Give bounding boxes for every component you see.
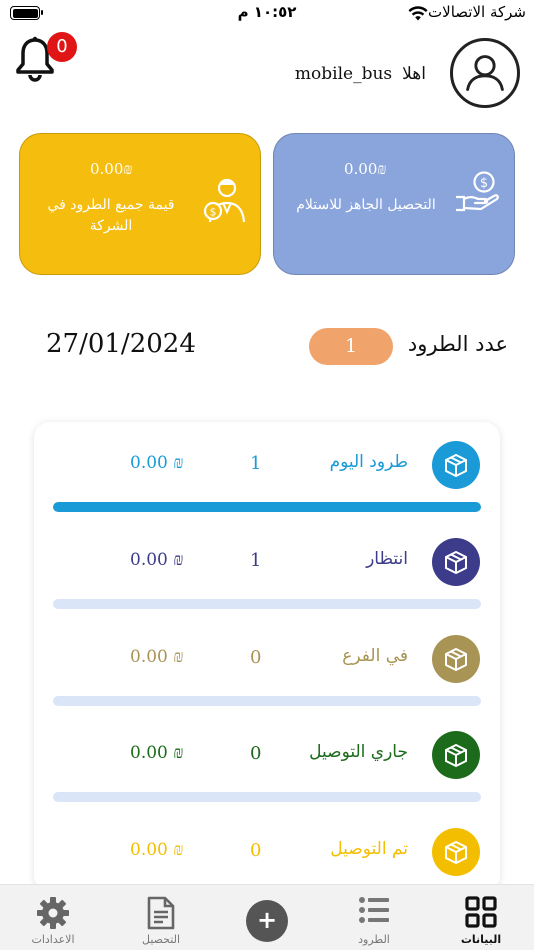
parcels-value-amount: 0.00₪ bbox=[90, 160, 133, 178]
package-icon bbox=[432, 538, 480, 586]
status-progress-bar bbox=[53, 792, 481, 802]
nav-collection[interactable]: التحصيل bbox=[130, 885, 192, 950]
status-amount: 0.00 ₪ bbox=[130, 743, 184, 763]
username: mobile_bus bbox=[294, 64, 393, 84]
collection-ready-card[interactable]: 0.00₪ التحصيل الجاهز للاستلام $ bbox=[273, 133, 515, 275]
status-row-today[interactable]: طرود اليوم 1 0.00 ₪ bbox=[34, 422, 500, 518]
user-avatar-icon[interactable] bbox=[450, 38, 520, 108]
carrier-name: شركة الاتصالات bbox=[428, 3, 526, 21]
status-count: 1 bbox=[250, 550, 262, 571]
wifi-icon bbox=[408, 6, 428, 21]
status-bar: ١٠:٥٢ م شركة الاتصالات bbox=[0, 0, 534, 28]
nav-data[interactable]: البيانات bbox=[450, 885, 512, 950]
nav-settings[interactable]: الاعدادات bbox=[22, 885, 84, 950]
nav-settings-label: الاعدادات bbox=[31, 933, 75, 946]
status-name: تم التوصيل bbox=[330, 839, 408, 859]
nav-parcels[interactable]: الطرود bbox=[343, 885, 405, 950]
status-name: انتظار bbox=[366, 549, 408, 569]
parcel-count-label: عدد الطرود bbox=[407, 332, 508, 356]
status-list-panel: طرود اليوم 1 0.00 ₪ انتظار 1 0.00 ₪ في ا… bbox=[34, 422, 500, 892]
gear-icon bbox=[37, 897, 69, 929]
nav-add-button[interactable]: + bbox=[246, 885, 290, 950]
status-row-out-for-delivery[interactable]: جاري التوصيل 0 0.00 ₪ bbox=[34, 712, 500, 808]
status-name: في الفرع bbox=[342, 646, 408, 666]
status-count: 0 bbox=[250, 840, 262, 861]
svg-text:$: $ bbox=[210, 206, 217, 219]
parcels-value-card[interactable]: 0.00₪ قيمة جميع الطرود في الشركة $ bbox=[19, 133, 261, 275]
nav-collection-label: التحصيل bbox=[141, 933, 181, 946]
status-row-waiting[interactable]: انتظار 1 0.00 ₪ bbox=[34, 519, 500, 615]
parcels-value-label: قيمة جميع الطرود في الشركة bbox=[47, 197, 175, 234]
money-hand-icon: $ bbox=[456, 171, 499, 212]
greeting-word: اهلا bbox=[402, 64, 426, 84]
status-count: 0 bbox=[250, 743, 262, 764]
status-progress-bar bbox=[53, 599, 481, 609]
grid-icon bbox=[465, 896, 497, 928]
status-progress-bar bbox=[53, 696, 481, 706]
status-name: طرود اليوم bbox=[329, 452, 408, 472]
status-count: 1 bbox=[250, 453, 262, 474]
status-progress-fill bbox=[53, 502, 481, 512]
greeting: اهلا mobile_bus bbox=[295, 64, 426, 84]
package-icon bbox=[432, 441, 480, 489]
nav-data-label: البيانات bbox=[460, 933, 502, 946]
status-row-at-branch[interactable]: في الفرع 0 0.00 ₪ bbox=[34, 616, 500, 712]
collection-ready-amount: 0.00₪ bbox=[344, 160, 387, 178]
notification-badge: 0 bbox=[47, 32, 77, 62]
parcel-count-pill: 1 bbox=[309, 328, 393, 365]
status-amount: 0.00 ₪ bbox=[130, 550, 184, 570]
package-icon bbox=[432, 731, 480, 779]
status-amount: 0.00 ₪ bbox=[130, 453, 184, 473]
package-icon bbox=[432, 828, 480, 876]
status-name: جاري التوصيل bbox=[309, 742, 408, 762]
status-amount: 0.00 ₪ bbox=[130, 647, 184, 667]
bottom-nav: الاعدادات التحصيل + الطرود البيانات bbox=[0, 884, 534, 950]
nav-parcels-label: الطرود bbox=[358, 933, 390, 946]
plus-icon: + bbox=[246, 900, 288, 942]
document-icon bbox=[147, 896, 175, 930]
package-icon bbox=[432, 635, 480, 683]
collection-ready-label: التحصيل الجاهز للاستلام bbox=[296, 197, 436, 213]
svg-text:$: $ bbox=[480, 176, 488, 191]
status-progress-bar bbox=[53, 502, 481, 512]
current-date: 27/01/2024 bbox=[46, 329, 196, 359]
status-amount: 0.00 ₪ bbox=[130, 840, 184, 860]
courier-person-icon: $ bbox=[203, 178, 246, 223]
list-icon bbox=[359, 897, 389, 923]
status-count: 0 bbox=[250, 647, 262, 668]
